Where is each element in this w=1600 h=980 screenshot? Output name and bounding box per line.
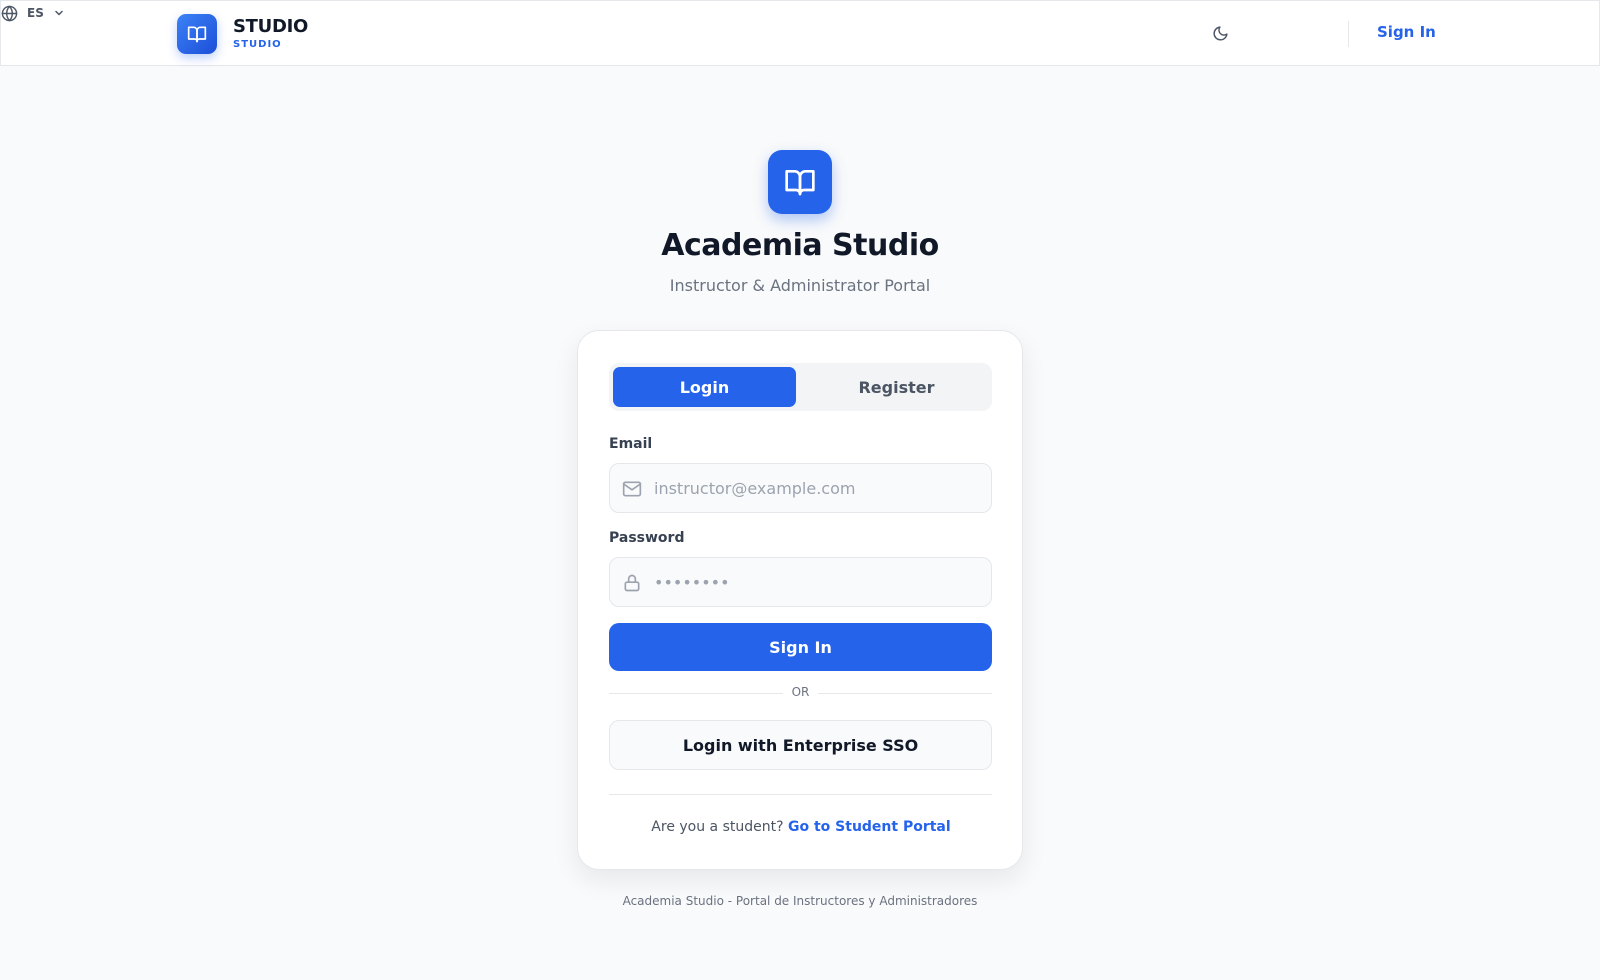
globe-icon [1,5,18,21]
auth-card: Login Register Email Password Sign In OR… [577,330,1023,870]
or-divider-text: OR [791,685,810,699]
top-navigation-bar: STUDIO STUDIO ES Sign In [0,0,1600,66]
or-divider: OR [609,683,992,703]
header-sign-in-link[interactable]: Sign In [1377,23,1436,41]
page-subtitle: Instructor & Administrator Portal [669,276,931,295]
enterprise-sso-button[interactable]: Login with Enterprise SSO [609,720,992,770]
tab-register[interactable]: Register [805,367,988,407]
sign-in-button[interactable]: Sign In [609,623,992,671]
book-open-icon [177,14,217,54]
password-label: Password [609,530,685,546]
brand[interactable]: STUDIO STUDIO [177,14,308,54]
theme-toggle-button[interactable] [1208,21,1232,45]
email-label: Email [609,436,653,452]
book-open-icon [768,150,832,214]
card-divider [609,794,992,795]
auth-tabs: Login Register [609,363,992,411]
brand-title: STUDIO [233,16,308,37]
student-portal-prompt: Are you a student? Go to Student Portal [578,819,1024,835]
mail-icon [622,481,642,497]
page-footer: Academia Studio - Portal de Instructores… [622,894,978,908]
email-field[interactable] [654,464,984,512]
lock-icon [624,574,640,592]
nav-divider [1348,21,1349,47]
tab-login[interactable]: Login [613,367,796,407]
page-title: Academia Studio [661,228,939,263]
password-field[interactable] [654,558,984,606]
student-portal-link[interactable]: Go to Student Portal [788,819,951,835]
chevron-down-icon [55,10,63,16]
moon-icon [1213,25,1228,40]
password-field-wrapper [609,557,992,607]
brand-subtitle: STUDIO [233,39,282,50]
email-field-wrapper [609,463,992,513]
student-prompt-text: Are you a student? [651,819,784,835]
language-code: ES [27,6,44,20]
